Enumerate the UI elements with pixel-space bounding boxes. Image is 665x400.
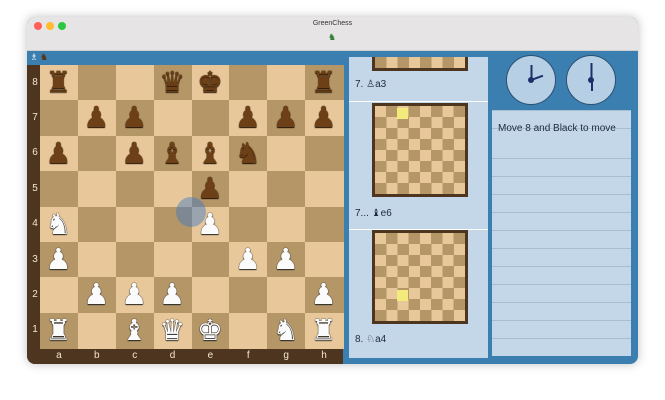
white-piece-c1[interactable]: ♝: [116, 313, 153, 348]
square-f1[interactable]: [229, 312, 268, 349]
square-g8[interactable]: [267, 65, 306, 101]
move-thumbnail-1[interactable]: [372, 57, 468, 71]
rank-label: 4: [32, 218, 38, 230]
square-e2[interactable]: [191, 277, 230, 314]
white-piece-e1[interactable]: ♚: [192, 313, 229, 348]
move-list[interactable]: 7. ♙a3 7... ♝e6 8. ♘a4: [349, 57, 488, 358]
black-piece-c6[interactable]: ♟: [116, 136, 153, 171]
square-a7[interactable]: [40, 100, 79, 137]
black-piece-h7[interactable]: ♟: [305, 100, 342, 135]
square-a5[interactable]: [40, 171, 79, 207]
square-g2[interactable]: [267, 277, 306, 314]
divider: [349, 101, 488, 102]
black-piece-h8[interactable]: ♜: [305, 65, 342, 100]
move-label: 7. ♙a3: [355, 79, 387, 90]
square-g6[interactable]: [267, 135, 306, 172]
square-h6[interactable]: [305, 135, 344, 172]
black-piece-a8[interactable]: ♜: [40, 65, 77, 100]
square-g4[interactable]: [267, 206, 306, 243]
black-piece-a6[interactable]: ♟: [40, 136, 77, 171]
rank-label: 8: [32, 76, 38, 88]
highlight-square: [397, 290, 408, 301]
white-player-icon[interactable]: ♗: [30, 52, 38, 62]
square-f8[interactable]: [229, 65, 268, 101]
title-bar: GreenChess ♞: [27, 17, 638, 51]
black-piece-f7[interactable]: ♟: [229, 100, 266, 135]
square-h4[interactable]: [305, 206, 344, 243]
black-piece-e8[interactable]: ♚: [192, 65, 229, 100]
rank-label: 6: [32, 147, 38, 159]
white-piece-g1[interactable]: ♞: [267, 313, 304, 348]
square-b8[interactable]: [77, 65, 117, 101]
square-h5[interactable]: [305, 171, 344, 207]
square-b6[interactable]: [77, 135, 117, 172]
white-piece-d1[interactable]: ♛: [154, 313, 191, 348]
square-f2[interactable]: [229, 277, 268, 314]
file-label: a: [56, 350, 62, 361]
white-piece-h2[interactable]: ♟: [305, 277, 342, 312]
square-b4[interactable]: [77, 206, 117, 243]
black-player-icon[interactable]: ♞: [40, 52, 48, 62]
black-piece-d6[interactable]: ♝: [154, 136, 191, 171]
status-text: Move 8 and Black to move: [498, 123, 616, 134]
rank-label: 7: [32, 112, 38, 124]
black-piece-b7[interactable]: ♟: [78, 100, 115, 135]
white-piece-b2[interactable]: ♟: [78, 277, 115, 312]
square-c8[interactable]: [115, 65, 155, 101]
square-a2[interactable]: [40, 277, 79, 314]
rank-label: 5: [32, 182, 38, 194]
app-window: GreenChess ♞ ♗ ♞ 87654321 abcdefgh ♜ ♛ ♚ ♜ ♟…: [27, 17, 638, 364]
chess-board[interactable]: ♜ ♛ ♚ ♜ ♟ ♟ ♟ ♟ ♟ ♟ ♟ ♝ ♝ ♞ ♟ ♞ ♟ ♟ ♟ ♟ ♟ ♟ ♟ ♟ ♜ ♝ ♛ ♚ ♞ ♜: [40, 65, 344, 349]
file-label: c: [132, 350, 138, 361]
rank-label: 2: [32, 288, 38, 300]
rank-label: 1: [32, 324, 38, 336]
move-thumbnail-3[interactable]: [372, 230, 468, 324]
white-piece-a4[interactable]: ♞: [40, 207, 77, 242]
white-piece-c2[interactable]: ♟: [116, 277, 153, 312]
file-label: h: [321, 350, 327, 361]
move-label: 7... ♝e6: [355, 208, 392, 219]
square-g5[interactable]: [267, 171, 306, 207]
square-b1[interactable]: [77, 312, 117, 349]
move-thumbnail-2[interactable]: [372, 103, 468, 197]
frog-icon: ♞: [327, 32, 337, 42]
file-label: g: [283, 350, 289, 361]
square-b3[interactable]: [77, 241, 117, 278]
file-label: b: [94, 350, 100, 361]
white-clock-icon: [506, 55, 556, 105]
square-h3[interactable]: [305, 241, 344, 278]
square-c5[interactable]: [115, 171, 155, 207]
square-e3[interactable]: [191, 241, 230, 278]
window-title: GreenChess: [312, 20, 353, 27]
black-clock-icon: [566, 55, 616, 105]
move-label: 8. ♘a4: [355, 334, 387, 345]
file-label: e: [207, 350, 214, 361]
drag-cursor-indicator: [175, 196, 206, 227]
square-d3[interactable]: [153, 241, 192, 278]
board-frame: 87654321 abcdefgh ♜ ♛ ♚ ♜ ♟ ♟ ♟ ♟ ♟ ♟ ♟ ♝ ♝ ♞ ♟ ♞ ♟ ♟ ♟ ♟ ♟ ♟…: [27, 65, 344, 364]
highlight-square: [397, 108, 408, 119]
square-f5[interactable]: [229, 171, 268, 207]
file-label: f: [246, 350, 250, 361]
status-panel: Move 8 and Black to move: [492, 110, 631, 356]
black-piece-c7[interactable]: ♟: [116, 100, 153, 135]
square-c3[interactable]: [115, 241, 155, 278]
black-piece-d8[interactable]: ♛: [154, 65, 191, 100]
white-piece-f3[interactable]: ♟: [229, 242, 266, 277]
rank-label: 3: [32, 253, 38, 265]
white-piece-h1[interactable]: ♜: [305, 313, 342, 348]
square-b5[interactable]: [77, 171, 117, 207]
square-c4[interactable]: [115, 206, 155, 243]
square-d7[interactable]: [153, 100, 192, 137]
file-label: d: [169, 350, 176, 361]
black-piece-f6[interactable]: ♞: [229, 136, 266, 171]
square-f4[interactable]: [229, 206, 268, 243]
white-piece-a1[interactable]: ♜: [40, 313, 77, 348]
white-piece-a3[interactable]: ♟: [40, 242, 77, 277]
white-piece-g3[interactable]: ♟: [267, 242, 304, 277]
square-e7[interactable]: [191, 100, 230, 137]
black-piece-e6[interactable]: ♝: [192, 136, 229, 171]
black-piece-g7[interactable]: ♟: [267, 100, 304, 135]
white-piece-d2[interactable]: ♟: [154, 277, 191, 312]
